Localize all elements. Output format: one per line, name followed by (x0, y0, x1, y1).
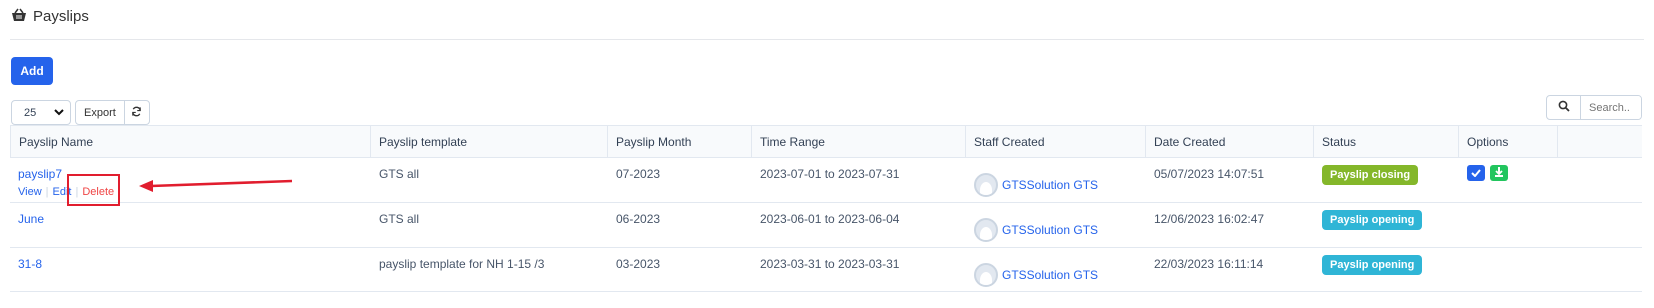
staff-link[interactable]: GTSSolution GTS (1002, 268, 1098, 282)
date-cell: 12/06/2023 16:02:47 (1154, 212, 1265, 226)
search-input[interactable] (1581, 96, 1641, 119)
basket-icon (11, 8, 27, 25)
template-cell: payslip template for NH 1-15 /3 (379, 257, 545, 271)
column-header[interactable]: Payslip Name (10, 126, 371, 157)
staff-cell: GTSSolution GTS (966, 158, 1146, 202)
export-button-group: Export (75, 100, 150, 125)
status-cell: Payslip opening (1314, 203, 1459, 247)
time-range-cell: 2023-03-31 to 2023-03-31 (760, 257, 900, 271)
reload-button[interactable] (125, 101, 149, 124)
staff-cell: GTSSolution GTS (966, 203, 1146, 247)
header-divider (10, 39, 1644, 40)
annotation-arrow-icon (139, 179, 293, 192)
chevron-down-icon (54, 107, 64, 119)
column-header[interactable]: Staff Created (966, 126, 1146, 157)
staff-info: GTSSolution GTS (974, 257, 1146, 287)
avatar (974, 263, 998, 287)
payslip-name-cell: 31-8 (10, 248, 371, 291)
month-cell: 03-2023 (616, 257, 661, 271)
column-header[interactable]: Status (1314, 126, 1459, 157)
time-range-cell: 2023-06-01 to 2023-06-04 (760, 212, 900, 226)
export-button[interactable]: Export (76, 101, 125, 124)
avatar (974, 173, 998, 197)
status-badge: Payslip closing (1322, 165, 1419, 185)
download-button[interactable] (1490, 165, 1509, 181)
options-cell (1459, 248, 1558, 291)
approve-button[interactable] (1467, 165, 1485, 181)
page-length-value: 25 (24, 106, 37, 119)
options-cell (1459, 203, 1558, 247)
search-icon (1558, 100, 1570, 115)
payslip-name-cell: June (10, 203, 371, 247)
download-icon (1494, 166, 1504, 180)
page-length-select[interactable]: 25 (11, 100, 71, 125)
status-cell: Payslip closing (1314, 158, 1459, 202)
staff-link[interactable]: GTSSolution GTS (1002, 178, 1098, 192)
options-cell (1459, 158, 1558, 202)
payslip-name-link[interactable]: 31-8 (18, 257, 42, 271)
page-title: Payslips (33, 8, 89, 25)
search-button[interactable] (1547, 96, 1581, 119)
column-header[interactable]: Payslip template (371, 126, 608, 157)
separator: | (45, 186, 49, 198)
payslip-name-link[interactable]: payslip7 (18, 167, 62, 181)
add-button[interactable]: Add (11, 57, 53, 85)
column-header[interactable]: Payslip Month (608, 126, 752, 157)
month-cell: 06-2023 (616, 212, 661, 226)
template-cell: GTS all (379, 212, 420, 226)
check-icon (1471, 166, 1481, 180)
status-cell: Payslip opening (1314, 248, 1459, 291)
staff-info: GTSSolution GTS (974, 167, 1146, 197)
column-header[interactable]: Options (1459, 126, 1558, 157)
column-header[interactable]: Time Range (752, 126, 966, 157)
staff-info: GTSSolution GTS (974, 212, 1146, 242)
date-cell: 22/03/2023 16:11:14 (1154, 257, 1264, 271)
date-cell: 05/07/2023 14:07:51 (1154, 167, 1265, 181)
column-header[interactable]: Date Created (1146, 126, 1314, 157)
annotation-highlight-box (67, 174, 120, 206)
table-toolbar: 25 Export (11, 100, 150, 125)
view-link[interactable]: View (18, 186, 42, 198)
staff-cell: GTSSolution GTS (966, 248, 1146, 291)
search-group (1546, 95, 1642, 120)
table-row: June GTS all 06-2023 2023-06-01 to 2023-… (10, 203, 1642, 248)
table-row: 31-8 payslip template for NH 1-15 /3 03-… (10, 248, 1642, 292)
template-cell: GTS all (379, 167, 420, 181)
status-badge: Payslip opening (1322, 255, 1423, 275)
payslips-table: Payslip Name Payslip template Payslip Mo… (10, 125, 1642, 292)
refresh-icon (131, 105, 142, 120)
payslip-name-link[interactable]: June (18, 212, 44, 226)
status-badge: Payslip opening (1322, 210, 1423, 230)
staff-link[interactable]: GTSSolution GTS (1002, 223, 1098, 237)
table-header: Payslip Name Payslip template Payslip Mo… (10, 126, 1642, 158)
time-range-cell: 2023-07-01 to 2023-07-31 (760, 167, 900, 181)
month-cell: 07-2023 (616, 167, 661, 181)
page-header: Payslips (11, 8, 89, 25)
avatar (974, 218, 998, 242)
